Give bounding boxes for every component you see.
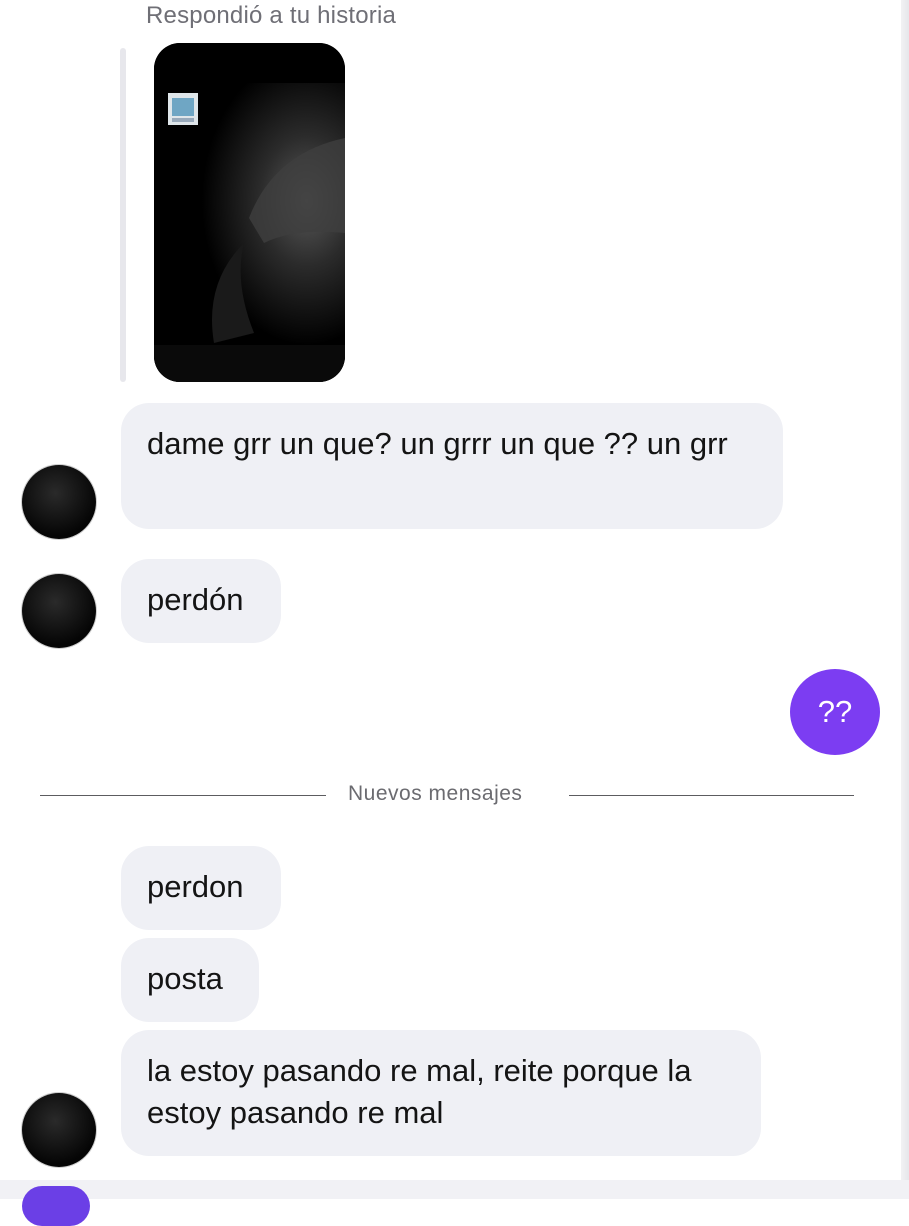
scroll-edge bbox=[901, 0, 909, 1199]
sender-avatar[interactable] bbox=[22, 574, 96, 648]
message-bubble-sent[interactable]: ?? bbox=[790, 669, 880, 755]
message-text: ?? bbox=[817, 694, 853, 729]
composer-bar bbox=[0, 1180, 909, 1199]
message-text: posta bbox=[147, 961, 223, 996]
message-bubble-received[interactable]: posta bbox=[121, 938, 259, 1022]
message-text: perdon bbox=[147, 869, 244, 904]
message-bubble-received[interactable]: dame grr un que? un grrr un que ?? un gr… bbox=[121, 403, 783, 529]
divider-line-left bbox=[40, 795, 326, 796]
message-text: dame grr un que? un grrr un que ?? un gr… bbox=[147, 426, 728, 461]
story-thumbnail[interactable] bbox=[154, 43, 345, 382]
camera-button[interactable] bbox=[22, 1186, 90, 1226]
sender-avatar[interactable] bbox=[22, 465, 96, 539]
message-bubble-received[interactable]: perdon bbox=[121, 846, 281, 930]
message-text: la estoy pasando re mal, reite porque la… bbox=[147, 1053, 692, 1130]
message-bubble-received[interactable]: perdón bbox=[121, 559, 281, 643]
message-text: perdón bbox=[147, 582, 244, 617]
new-messages-divider: Nuevos mensajes bbox=[348, 782, 523, 805]
reply-indicator-bar bbox=[120, 48, 126, 382]
story-photo bbox=[154, 43, 345, 382]
message-bubble-received[interactable]: la estoy pasando re mal, reite porque la… bbox=[121, 1030, 761, 1156]
sender-avatar[interactable] bbox=[22, 1093, 96, 1167]
story-reply-label: Respondió a tu historia bbox=[146, 2, 397, 29]
divider-line-right bbox=[569, 795, 854, 796]
